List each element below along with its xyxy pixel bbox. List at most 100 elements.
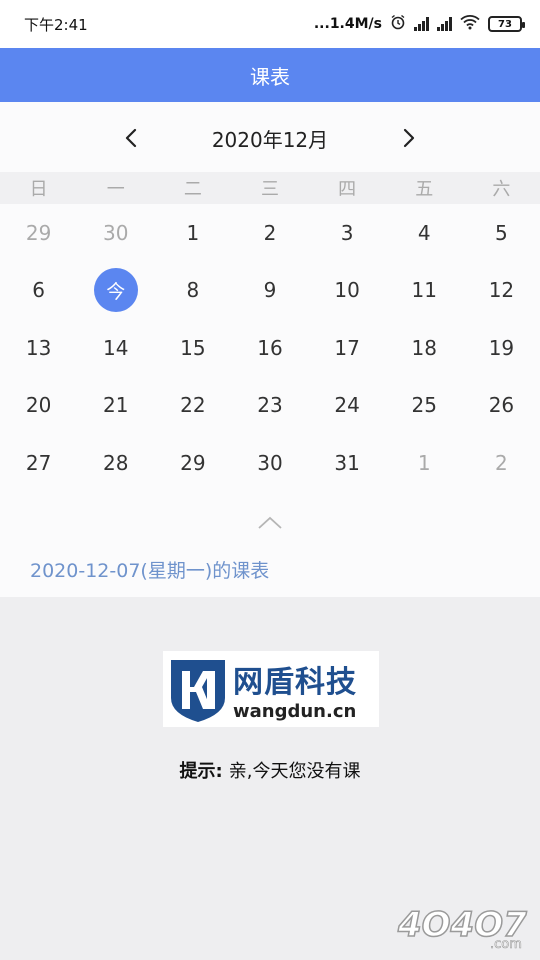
schedule-empty-state: 网盾科技 wangdun.cn 提示: 亲,今天您没有课 4O4O7 .com (0, 597, 540, 960)
weekday-label: 五 (415, 179, 434, 200)
hint-text: 亲,今天您没有课 (228, 761, 361, 782)
shield-logo-icon (163, 651, 233, 727)
brand-logo-text: 网盾科技 wangdun.cn (233, 657, 357, 722)
app-header: 课表 (0, 48, 540, 102)
watermark-suffix: .com (490, 937, 522, 952)
calendar-day-label: 16 (257, 335, 283, 360)
calendar-day-label: 2 (495, 450, 508, 475)
signal-hd-icon (414, 17, 429, 31)
calendar-days-grid: 29 30 1 2 3 4 5 6 今 8 9 10 11 12 13 14 15 16 17 18 19 20 21 22 2… (0, 204, 540, 492)
calendar-day-label: 23 (257, 393, 283, 418)
calendar-day-label: 27 (25, 450, 52, 475)
calendar-day-label: 11 (411, 278, 437, 303)
calendar-day-label: 24 (334, 393, 360, 418)
calendar-day[interactable]: 16 (231, 319, 308, 377)
signal-hd-icon (437, 17, 452, 31)
calendar-day-label: 10 (334, 278, 360, 303)
calendar-day[interactable]: 22 (154, 377, 231, 435)
calendar-day-label: 25 (411, 393, 437, 418)
calendar-day[interactable]: 11 (386, 262, 463, 320)
calendar-day[interactable]: 5 (463, 204, 540, 262)
calendar-day[interactable]: 30 (231, 434, 308, 492)
calendar-day[interactable]: 12 (463, 262, 540, 320)
weekday-label: 一 (106, 179, 125, 200)
weekday-label: 日 (29, 179, 48, 200)
calendar-day-label: 1 (417, 450, 431, 475)
battery-icon: 73 (488, 16, 525, 32)
calendar-day[interactable]: 8 (154, 262, 231, 320)
calendar-day[interactable]: 29 (154, 434, 231, 492)
calendar-day-label: 1 (186, 220, 200, 245)
calendar-day-today[interactable]: 今 (77, 262, 154, 320)
calendar-day[interactable]: 1 (154, 204, 231, 262)
calendar-day-label: 13 (25, 335, 52, 360)
next-month-button[interactable] (388, 118, 428, 158)
calendar-day[interactable]: 6 (0, 262, 77, 320)
calendar-day-label: 30 (102, 220, 129, 245)
weekday-label: 三 (260, 179, 279, 200)
chevron-left-icon (125, 128, 137, 148)
calendar-day[interactable]: 2 (463, 434, 540, 492)
calendar-day[interactable]: 21 (77, 377, 154, 435)
empty-hint: 提示: 亲,今天您没有课 (0, 757, 540, 783)
calendar-day-label: 4 (417, 220, 431, 245)
calendar-day[interactable]: 25 (386, 377, 463, 435)
calendar-day-label: 6 (32, 278, 45, 303)
page-title: 课表 (250, 64, 290, 89)
chevron-right-icon (403, 128, 415, 148)
calendar-day-label: 22 (180, 393, 206, 418)
calendar-day[interactable]: 29 (0, 204, 77, 262)
collapse-calendar-button[interactable] (255, 512, 285, 534)
calendar-day[interactable]: 31 (309, 434, 386, 492)
calendar-day[interactable]: 17 (309, 319, 386, 377)
status-time: 下午2:41 (24, 15, 88, 34)
calendar-day-label: 30 (257, 450, 283, 475)
calendar-day[interactable]: 18 (386, 319, 463, 377)
wifi-icon (460, 14, 480, 34)
calendar-day[interactable]: 1 (386, 434, 463, 492)
calendar-day[interactable]: 23 (231, 377, 308, 435)
calendar-day-label: 9 (263, 278, 277, 303)
month-navigation: 2020年12月 (0, 114, 540, 162)
calendar-day-label: 8 (186, 278, 200, 303)
calendar-day-label: 18 (411, 335, 437, 360)
calendar-day-label: 3 (340, 220, 354, 245)
calendar-day-label: 31 (334, 450, 360, 475)
calendar-day-label: 29 (25, 220, 52, 245)
weekday-header: 日 一 二 三 四 五 六 (0, 172, 540, 204)
site-watermark: 4O4O7 .com (396, 904, 528, 952)
brand-logo: 网盾科技 wangdun.cn (163, 651, 379, 727)
calendar-day[interactable]: 24 (309, 377, 386, 435)
calendar-day[interactable]: 19 (463, 319, 540, 377)
brand-domain: wangdun.cn (233, 700, 357, 722)
calendar-day[interactable]: 20 (0, 377, 77, 435)
calendar-day[interactable]: 13 (0, 319, 77, 377)
calendar-day[interactable]: 28 (77, 434, 154, 492)
status-icons: ...1.4M/s 73 (314, 14, 525, 34)
calendar-day[interactable]: 14 (77, 319, 154, 377)
calendar-day[interactable]: 27 (0, 434, 77, 492)
calendar-day-label: 17 (334, 335, 360, 360)
calendar-day[interactable]: 15 (154, 319, 231, 377)
calendar-day[interactable]: 10 (309, 262, 386, 320)
calendar-day-label: 12 (488, 278, 515, 303)
calendar-day[interactable]: 26 (463, 377, 540, 435)
schedule-date-title: 2020-12-07(星期一)的课表 (30, 560, 270, 582)
weekday-label: 二 (183, 179, 202, 200)
calendar-day-label: 26 (488, 393, 515, 418)
status-bar: 下午2:41 ...1.4M/s 73 (0, 0, 540, 48)
weekday-label: 六 (492, 179, 511, 200)
calendar-day[interactable]: 4 (386, 204, 463, 262)
calendar-day-label: 19 (488, 335, 515, 360)
calendar-day[interactable]: 9 (231, 262, 308, 320)
prev-month-button[interactable] (112, 118, 152, 158)
calendar-day-label: 21 (102, 393, 129, 418)
weekday-label: 四 (338, 179, 357, 200)
calendar-day[interactable]: 30 (77, 204, 154, 262)
calendar-day[interactable]: 3 (309, 204, 386, 262)
chevron-up-icon (258, 516, 282, 529)
calendar-day-label: 29 (180, 450, 206, 475)
calendar: 2020年12月 日 一 二 三 四 五 六 29 30 1 2 3 4 5 6 今 8 9 10 11… (0, 102, 540, 597)
hint-label: 提示: (179, 761, 223, 782)
calendar-day[interactable]: 2 (231, 204, 308, 262)
